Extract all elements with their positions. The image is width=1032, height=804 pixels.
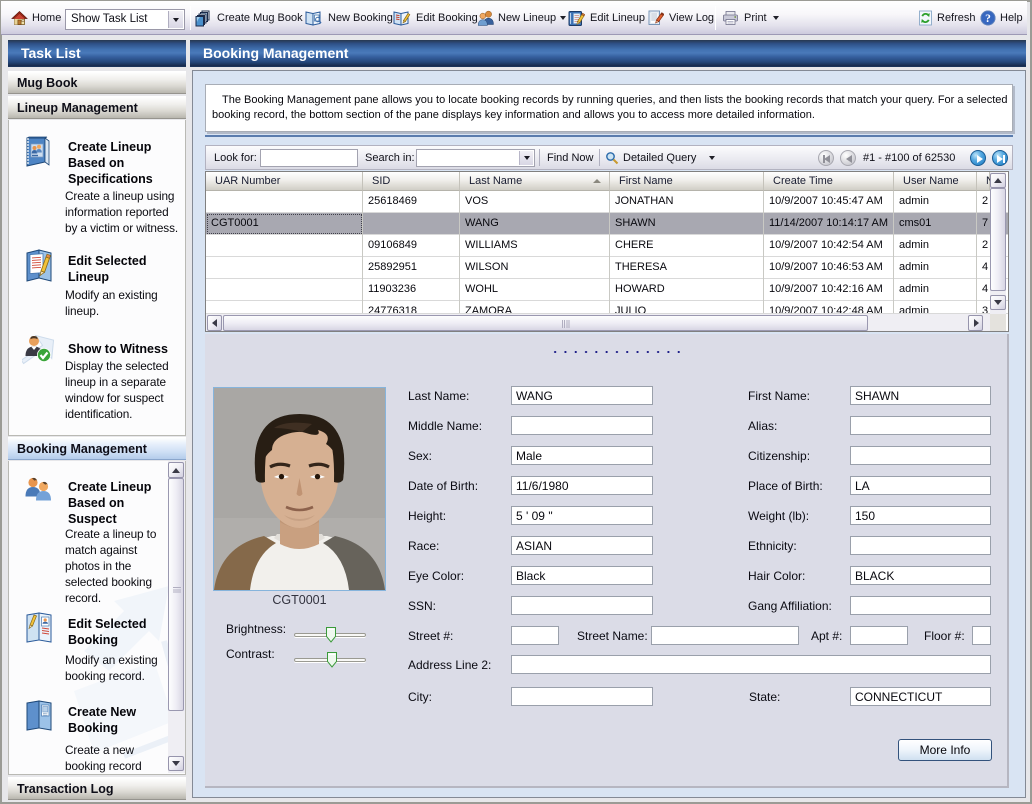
svg-text:?: ? (985, 13, 991, 25)
